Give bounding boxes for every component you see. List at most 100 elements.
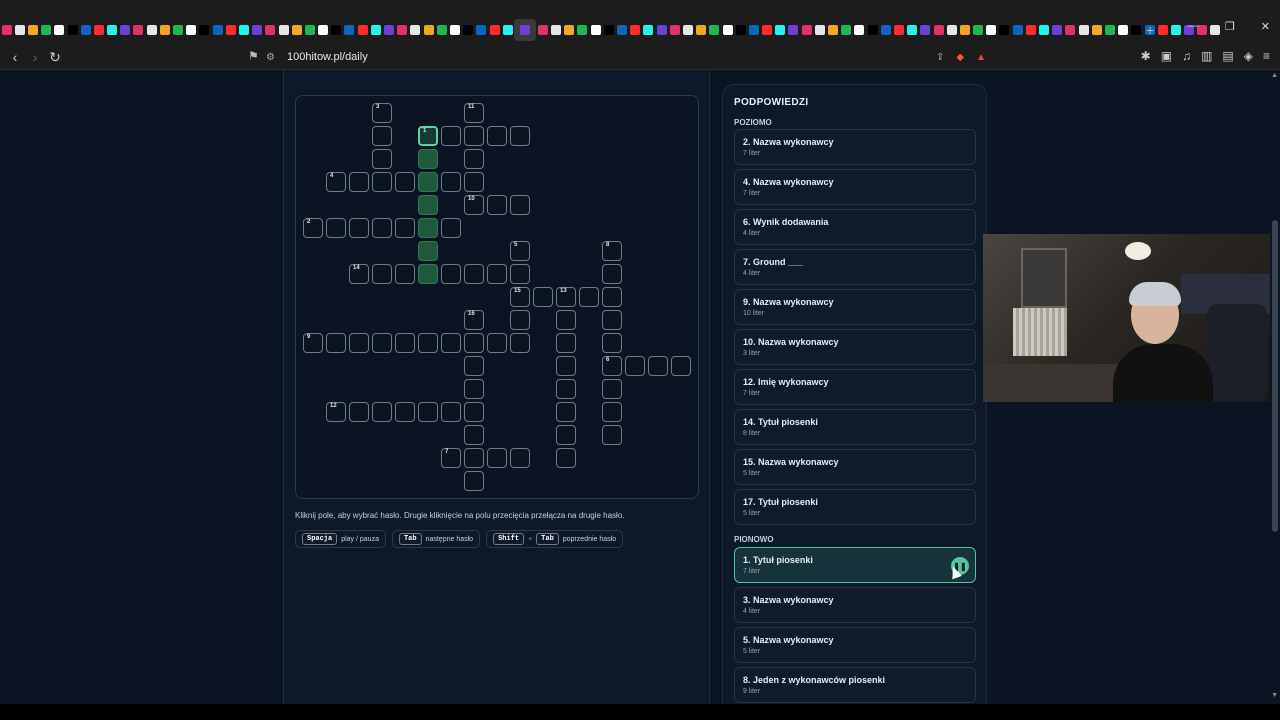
crossword-cell[interactable] [602, 379, 622, 399]
browser-tab[interactable] [251, 23, 264, 37]
browser-tab[interactable] [106, 23, 119, 37]
crossword-cell[interactable] [464, 448, 484, 468]
crossword-cell[interactable] [418, 149, 438, 169]
crossword-cell[interactable] [671, 356, 691, 376]
browser-tab[interactable] [382, 23, 395, 37]
browser-tab[interactable] [787, 23, 800, 37]
scrollbar-thumb[interactable] [1272, 220, 1278, 532]
crossword-cell[interactable] [441, 264, 461, 284]
crossword-cell[interactable] [372, 264, 392, 284]
crossword-cell[interactable] [556, 425, 576, 445]
browser-tab[interactable] [1090, 23, 1103, 37]
browser-tab[interactable] [1169, 23, 1182, 37]
browser-tab[interactable] [1130, 23, 1143, 37]
browser-tab[interactable] [13, 23, 26, 37]
clue-down[interactable]: 8. Jeden z wykonawców piosenki 9 liter [734, 667, 976, 703]
crossword-cell[interactable] [395, 402, 415, 422]
browser-tab[interactable] [448, 23, 461, 37]
browser-tab[interactable] [668, 23, 681, 37]
clue-down[interactable]: 5. Nazwa wykonawcy 5 liter [734, 627, 976, 663]
browser-tab[interactable] [119, 23, 132, 37]
browser-tab[interactable] [409, 23, 422, 37]
browser-tab[interactable] [826, 23, 839, 37]
clue-across[interactable]: 17. Tytuł piosenki 5 liter [734, 489, 976, 525]
screenshot-icon[interactable]: ▣ [1161, 49, 1172, 63]
crossword-cell[interactable] [602, 425, 622, 445]
crossword-cell[interactable] [464, 379, 484, 399]
browser-tab[interactable] [576, 23, 589, 37]
clue-across[interactable]: 14. Tytuł piosenki 8 liter [734, 409, 976, 445]
bookmark-icon[interactable]: ⚑ [248, 49, 259, 63]
crossword-cell[interactable] [556, 356, 576, 376]
extensions-icon[interactable]: ✱ [1141, 49, 1151, 63]
browser-tab[interactable] [369, 23, 382, 37]
browser-tab[interactable] [66, 23, 79, 37]
crossword-cell[interactable]: 9 [303, 333, 323, 353]
clue-across[interactable]: 12. Imię wykonawcy 7 liter [734, 369, 976, 405]
browser-tab[interactable] [277, 23, 290, 37]
crossword-cell[interactable] [510, 195, 530, 215]
browser-tab[interactable] [813, 23, 826, 37]
crossword-cell[interactable]: 2 [303, 218, 323, 238]
crossword-cell[interactable]: 5 [510, 241, 530, 261]
browser-tab[interactable] [721, 23, 734, 37]
crossword-cell[interactable]: 3 [372, 103, 392, 123]
browser-tab[interactable] [1156, 23, 1169, 37]
crossword-cell[interactable] [487, 264, 507, 284]
crossword-cell[interactable] [487, 195, 507, 215]
sidebar-icon[interactable]: ▥ [1201, 49, 1212, 63]
browser-tab[interactable] [879, 23, 892, 37]
browser-tab[interactable] [356, 23, 369, 37]
browser-tab[interactable] [747, 23, 760, 37]
clue-across[interactable]: 15. Nazwa wykonawcy 5 liter [734, 449, 976, 485]
browser-tab[interactable] [396, 23, 409, 37]
crossword-cell[interactable] [372, 218, 392, 238]
clue-down[interactable]: 3. Nazwa wykonawcy 4 liter [734, 587, 976, 623]
crossword-cell[interactable] [625, 356, 645, 376]
browser-tab[interactable] [303, 23, 316, 37]
clue-across[interactable]: 6. Wynik dodawania 4 liter [734, 209, 976, 245]
browser-tab[interactable] [550, 23, 563, 37]
crossword-cell[interactable] [602, 264, 622, 284]
crossword-cell[interactable]: 15 [510, 287, 530, 307]
browser-tab[interactable] [563, 23, 576, 37]
rewards-icon[interactable]: ▲ [976, 52, 986, 63]
crossword-cell[interactable] [556, 333, 576, 353]
crossword-cell[interactable]: 4 [326, 172, 346, 192]
crossword-cell[interactable] [464, 172, 484, 192]
browser-tab[interactable] [681, 23, 694, 37]
crossword-cell[interactable] [418, 172, 438, 192]
crossword-cell[interactable] [441, 218, 461, 238]
browser-tab[interactable] [26, 23, 39, 37]
crossword-cell[interactable] [533, 287, 553, 307]
crossword-cell[interactable] [372, 149, 392, 169]
crossword-cell[interactable] [441, 402, 461, 422]
crossword-cell[interactable] [648, 356, 668, 376]
back-icon[interactable]: ‹ [6, 48, 24, 66]
crossword-cell[interactable]: 1 [418, 126, 438, 146]
browser-tab[interactable] [958, 23, 971, 37]
browser-tab[interactable] [488, 23, 501, 37]
crossword-cell[interactable] [418, 218, 438, 238]
crossword-cell[interactable] [602, 287, 622, 307]
browser-tab[interactable] [642, 23, 655, 37]
browser-tab[interactable] [501, 23, 514, 37]
browser-tab[interactable] [629, 23, 642, 37]
crossword-cell[interactable] [372, 172, 392, 192]
crossword-cell[interactable] [418, 402, 438, 422]
browser-tab[interactable] [761, 23, 774, 37]
crossword-cell[interactable]: 8 [602, 241, 622, 261]
crossword-cell[interactable] [556, 379, 576, 399]
browser-tab[interactable] [171, 23, 184, 37]
crossword-cell[interactable] [395, 172, 415, 192]
scroll-down-icon[interactable]: ▼ [1271, 692, 1278, 699]
crossword-cell[interactable]: 7 [441, 448, 461, 468]
browser-tab[interactable] [145, 23, 158, 37]
browser-tab[interactable] [1064, 23, 1077, 37]
crossword-cell[interactable] [487, 448, 507, 468]
new-tab-button[interactable]: + [1146, 22, 1154, 38]
browser-tab[interactable] [655, 23, 668, 37]
crossword-cell[interactable] [464, 126, 484, 146]
wallet-icon[interactable]: ▤ [1222, 49, 1233, 63]
media-icon[interactable]: ♫ [1182, 49, 1191, 63]
